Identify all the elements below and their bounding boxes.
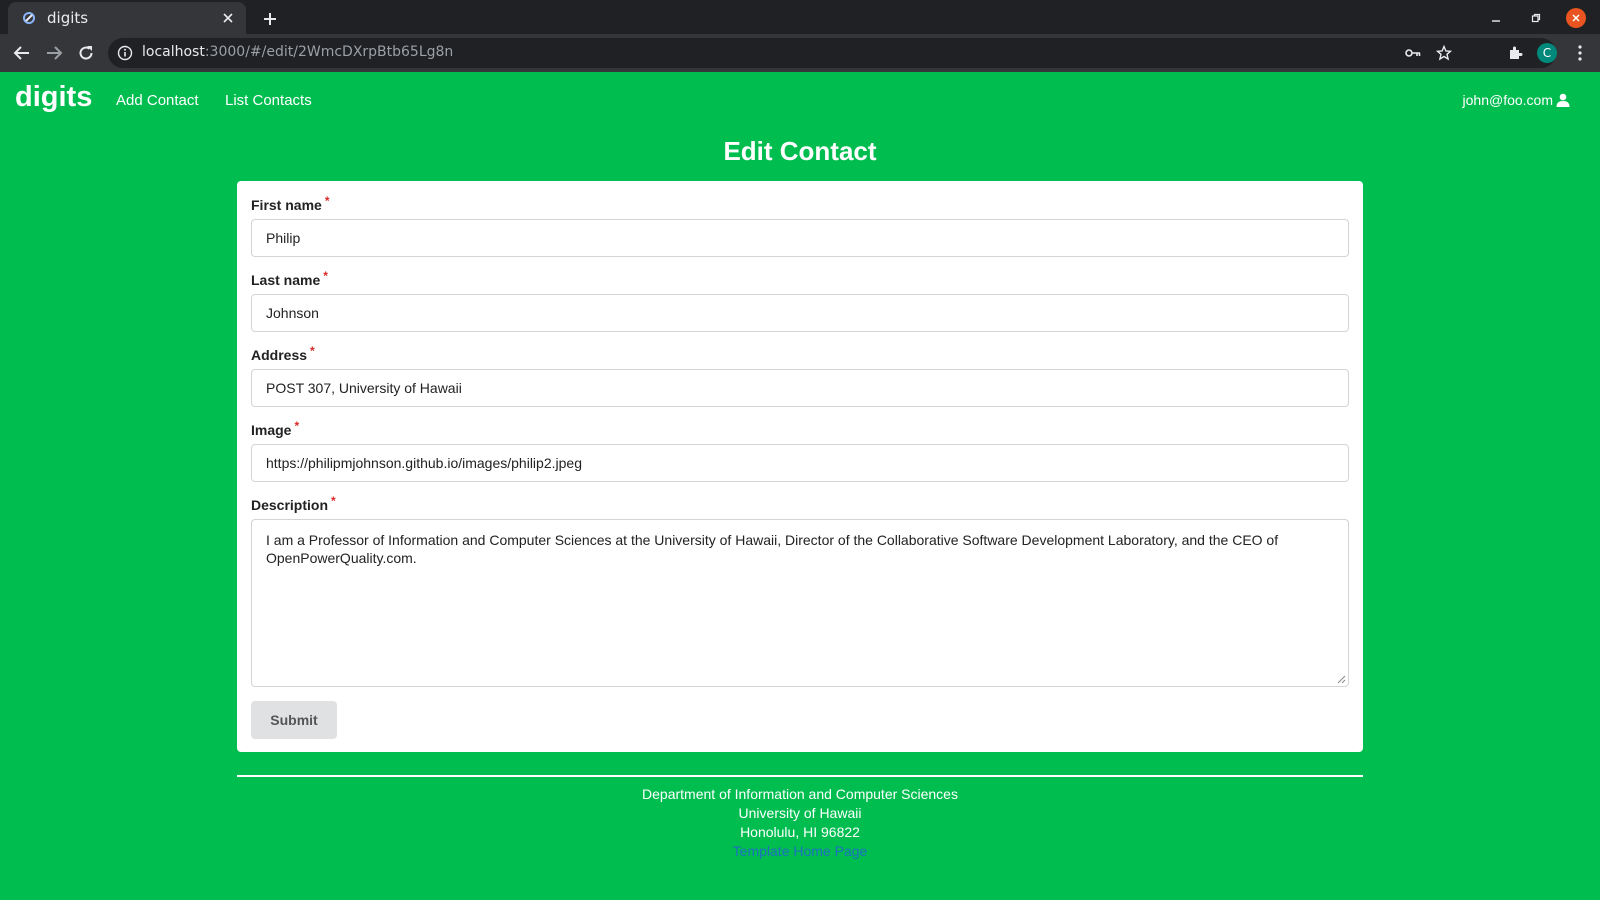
restore-icon[interactable] [1526,8,1546,28]
browser-tab-strip: digits [0,0,1600,34]
page-title: Edit Contact [723,136,877,166]
description-textarea[interactable]: I am a Professor of Information and Comp… [251,519,1349,687]
footer-university: University of Hawaii [738,805,862,821]
star-icon[interactable] [1434,43,1454,63]
required-marker: * [323,269,328,283]
puzzle-icon[interactable] [1503,41,1527,65]
address-label-text: Address [251,347,308,363]
submit-button[interactable]: Submit [251,701,337,739]
address-label: Address * [251,344,315,363]
plus-icon[interactable] [258,7,282,31]
minimize-icon[interactable] [1486,8,1506,28]
image-label-text: Image [251,422,292,438]
browser-tab[interactable]: digits [8,2,246,34]
resize-grip-icon[interactable] [1337,675,1346,684]
user-icon [1556,93,1570,107]
description-label: Description * [251,494,336,513]
image-url-field[interactable]: https://philipmjohnson.github.io/images/… [251,444,1349,482]
info-icon[interactable] [117,45,133,61]
template-home-link[interactable]: Template Home Page [733,843,868,859]
footer-link-row: Template Home Page [0,843,1600,859]
back-arrow-icon[interactable] [10,41,34,65]
browser-toolbar: localhost:3000/#/edit/2WmcDXrpBtb65Lg8n … [0,34,1600,72]
edit-contact-form: First name * Philip Last name * Johnson Ad… [237,181,1363,752]
address-field[interactable]: POST 307, University of Hawaii [251,369,1349,407]
user-email: john@foo.com [1462,92,1553,108]
footer-department: Department of Information and Computer S… [642,786,958,802]
description-text: I am a Professor of Information and Comp… [266,532,1279,566]
url-host: localhost [142,44,205,60]
url-text: localhost:3000/#/edit/2WmcDXrpBtb65Lg8n [142,44,453,60]
tab-title: digits [47,9,89,27]
url-path: :3000/#/edit/2WmcDXrpBtb65Lg8n [204,44,454,60]
profile-avatar[interactable]: C [1537,43,1557,63]
close-icon[interactable] [218,8,238,28]
app-navbar: digits Add Contact List Contacts john@fo… [0,72,1600,130]
brand-logo[interactable]: digits [15,81,92,114]
footer-address: Honolulu, HI 96822 [740,824,860,840]
last-name-label-text: Last name [251,272,321,288]
required-marker: * [294,419,300,433]
tab-favicon-icon [21,10,37,26]
first-name-label: First name * [251,194,330,213]
nav-add-contact[interactable]: Add Contact [116,92,199,109]
description-label-text: Description [251,497,329,513]
required-marker: * [324,194,330,208]
user-menu[interactable]: john@foo.com [1463,92,1570,108]
last-name-label: Last name * [251,269,328,288]
first-name-label-text: First name [251,197,322,213]
nav-list-contacts[interactable]: List Contacts [225,92,312,109]
close-window-icon[interactable] [1566,8,1586,28]
footer-divider [237,775,1363,777]
kebab-menu-icon[interactable] [1568,41,1592,65]
reload-icon[interactable] [74,41,98,65]
required-marker: * [331,494,336,508]
key-icon[interactable] [1403,43,1423,63]
forward-arrow-icon[interactable] [42,41,66,65]
address-bar[interactable]: localhost:3000/#/edit/2WmcDXrpBtb65Lg8n [108,38,1556,68]
image-label: Image * [251,419,300,438]
required-marker: * [310,344,315,358]
first-name-field[interactable]: Philip [251,219,1349,257]
last-name-field[interactable]: Johnson [251,294,1349,332]
